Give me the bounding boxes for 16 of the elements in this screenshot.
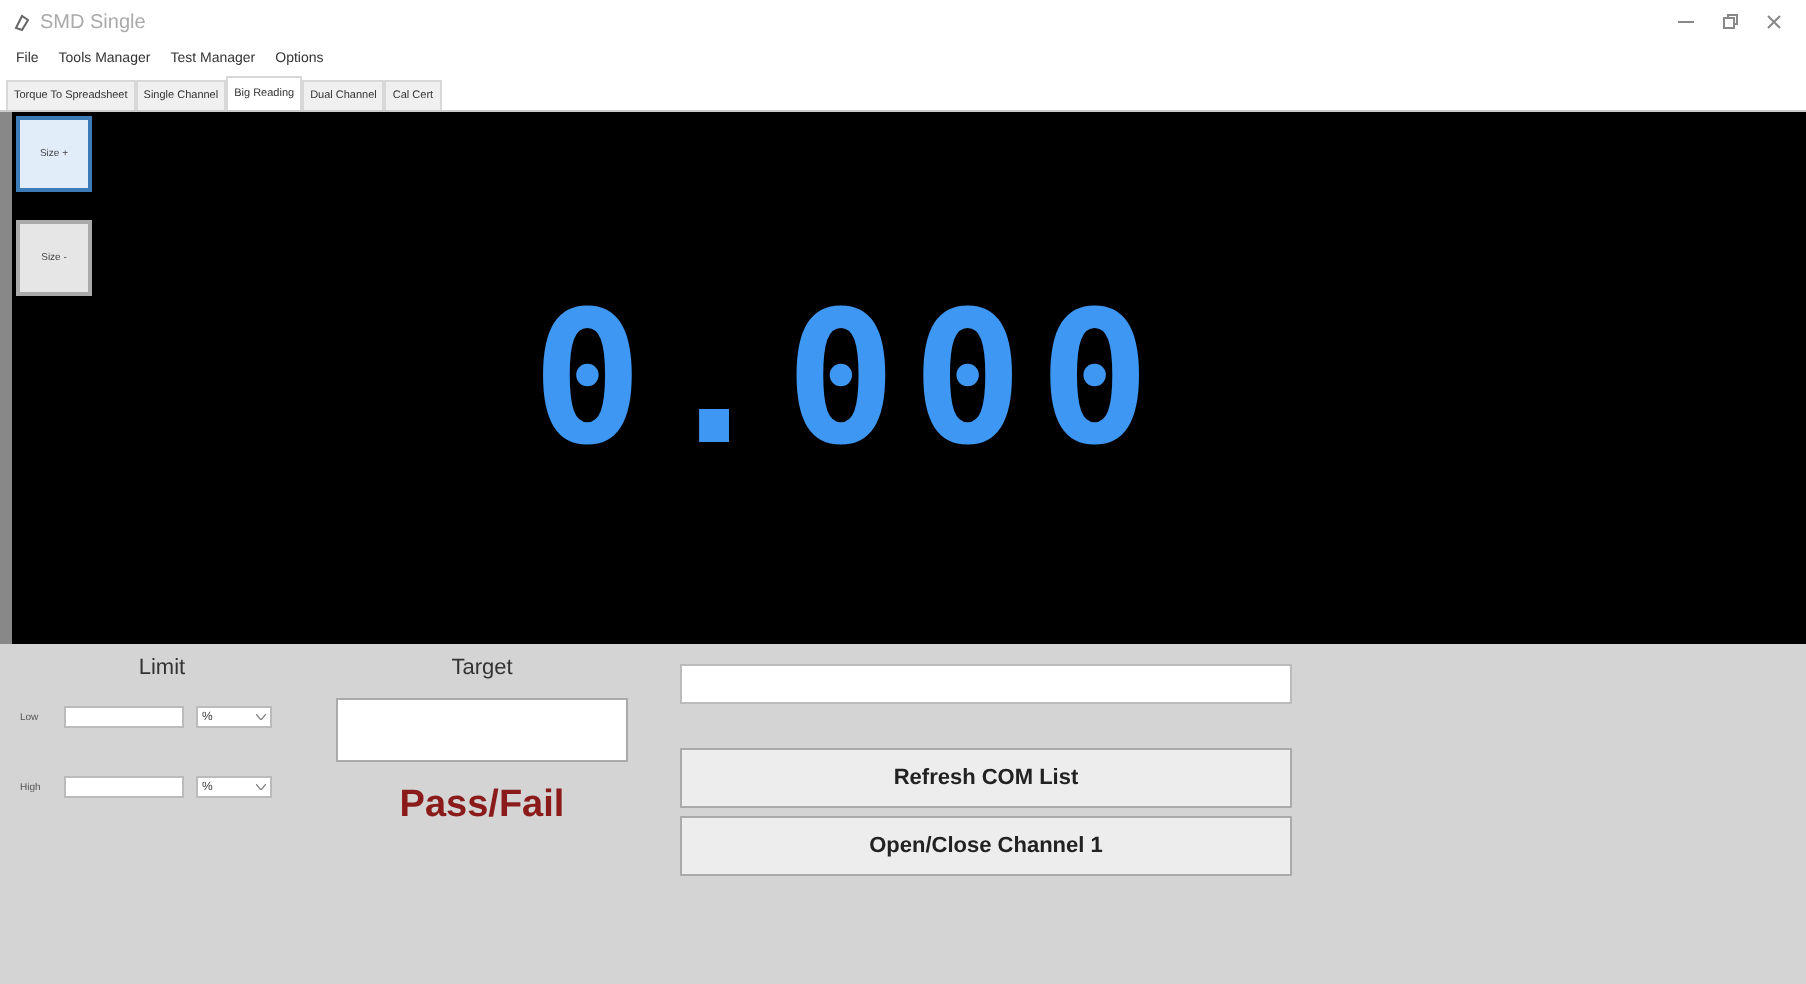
big-reading: 0.000 [532,271,1166,485]
action-button[interactable]: Refresh COM List [680,748,1292,808]
target-field[interactable] [336,698,628,762]
restore-icon[interactable] [1722,14,1738,30]
close-icon[interactable] [1766,14,1782,30]
input-field[interactable] [64,776,184,798]
app-logo-icon [12,12,32,32]
action-button[interactable]: Open/Close Channel 1 [680,816,1292,876]
window-title: SMD Single [40,11,148,33]
pass-fail-label: Pass/Fail [399,784,565,828]
limit-heading: Limit [138,656,186,680]
chevron-down-icon [256,784,266,790]
input-field[interactable] [64,706,184,728]
chevron-down-icon [256,714,266,720]
target-heading: Target [451,656,513,680]
com-port-field[interactable] [680,664,1292,704]
